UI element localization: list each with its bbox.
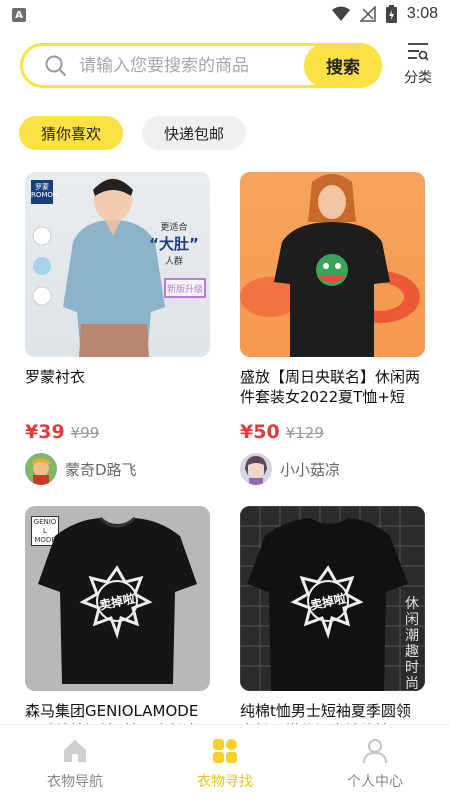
nav-personal-center[interactable]: 个人中心 <box>300 725 450 800</box>
home-icon <box>64 740 86 762</box>
product-card[interactable]: 盛放【周日央联名】休闲两件套装女2022夏T恤+短裤... ¥50 ¥129 小… <box>240 172 425 485</box>
nav-label: 衣物寻找 <box>197 774 253 790</box>
new-version-badge: 新版升级 <box>164 278 206 298</box>
search-button[interactable]: 搜索 <box>304 43 382 88</box>
nav-label: 个人中心 <box>347 774 403 790</box>
product-title: 盛放【周日央联名】休闲两件套装女2022夏T恤+短裤... <box>240 368 421 406</box>
seller-avatar <box>25 453 57 485</box>
battery-icon <box>385 5 397 23</box>
tab-free-shipping[interactable]: 快递包邮 <box>142 116 247 150</box>
seller-avatar <box>240 453 272 485</box>
side-slogan: 休闲潮趣时尚有 <box>405 596 419 691</box>
product-title: 罗蒙衬衣 <box>25 368 86 386</box>
nav-clothing-search[interactable]: 衣物寻找 <box>150 725 300 800</box>
product-price: ¥39 <box>25 421 65 443</box>
product-image: GENIO L MODE 卖掉啦 <box>25 506 210 691</box>
filter-tabs: 猜你喜欢 快递包邮 <box>19 116 247 150</box>
product-card[interactable]: 罗蒙 ROMON 更适合 “大肚” 人群 新版升级 罗蒙衬衣 ¥39 ¥99 蒙… <box>25 172 210 485</box>
search-box[interactable]: 搜索 <box>20 43 382 88</box>
nav-clothing-guide[interactable]: 衣物导航 <box>0 725 150 800</box>
grid-icon <box>213 739 237 763</box>
seller-name: 蒙奇D路飞 <box>65 460 137 479</box>
seller-info[interactable]: 小小菇凉 <box>240 453 425 485</box>
category-list-icon <box>408 43 429 61</box>
signal-icon <box>359 6 376 22</box>
seller-name: 小小菇凉 <box>280 460 341 479</box>
tab-guess-you-like[interactable]: 猜你喜欢 <box>19 116 124 150</box>
product-price: ¥50 <box>240 421 280 443</box>
product-original-price: ¥129 <box>285 424 324 442</box>
search-icon <box>45 55 66 76</box>
wifi-icon <box>331 6 350 21</box>
product-card[interactable]: GENIO L MODE 卖掉啦 森马集团GENIOLAMODE夏季纯棉短袖T恤… <box>25 506 210 741</box>
bottom-navigation: 衣物导航 衣物寻找 个人中心 <box>0 724 450 800</box>
nav-label: 衣物导航 <box>47 774 103 790</box>
search-input[interactable] <box>79 52 299 80</box>
product-image: 罗蒙 ROMON 更适合 “大肚” 人群 新版升级 <box>25 172 210 357</box>
seller-info[interactable]: 蒙奇D路飞 <box>25 453 210 485</box>
category-label: 分类 <box>404 70 432 86</box>
promo-text: 更适合 “大肚” 人群 <box>149 223 199 267</box>
search-row: 搜索 分类 <box>20 43 440 88</box>
product-image: 卖掉啦 休闲潮趣时尚有 <box>240 506 425 691</box>
product-card[interactable]: 卖掉啦 休闲潮趣时尚有 纯棉t恤男士短袖夏季圆领宽松百搭休闲半袖体恤 <box>240 506 425 741</box>
product-original-price: ¥99 <box>70 424 100 442</box>
category-button[interactable]: 分类 <box>396 39 440 89</box>
status-time: 3:08 <box>406 5 438 22</box>
app-notification-icon: A <box>12 8 26 22</box>
user-icon <box>363 739 387 764</box>
product-image <box>240 172 425 357</box>
status-bar: A 3:08 <box>0 0 450 30</box>
